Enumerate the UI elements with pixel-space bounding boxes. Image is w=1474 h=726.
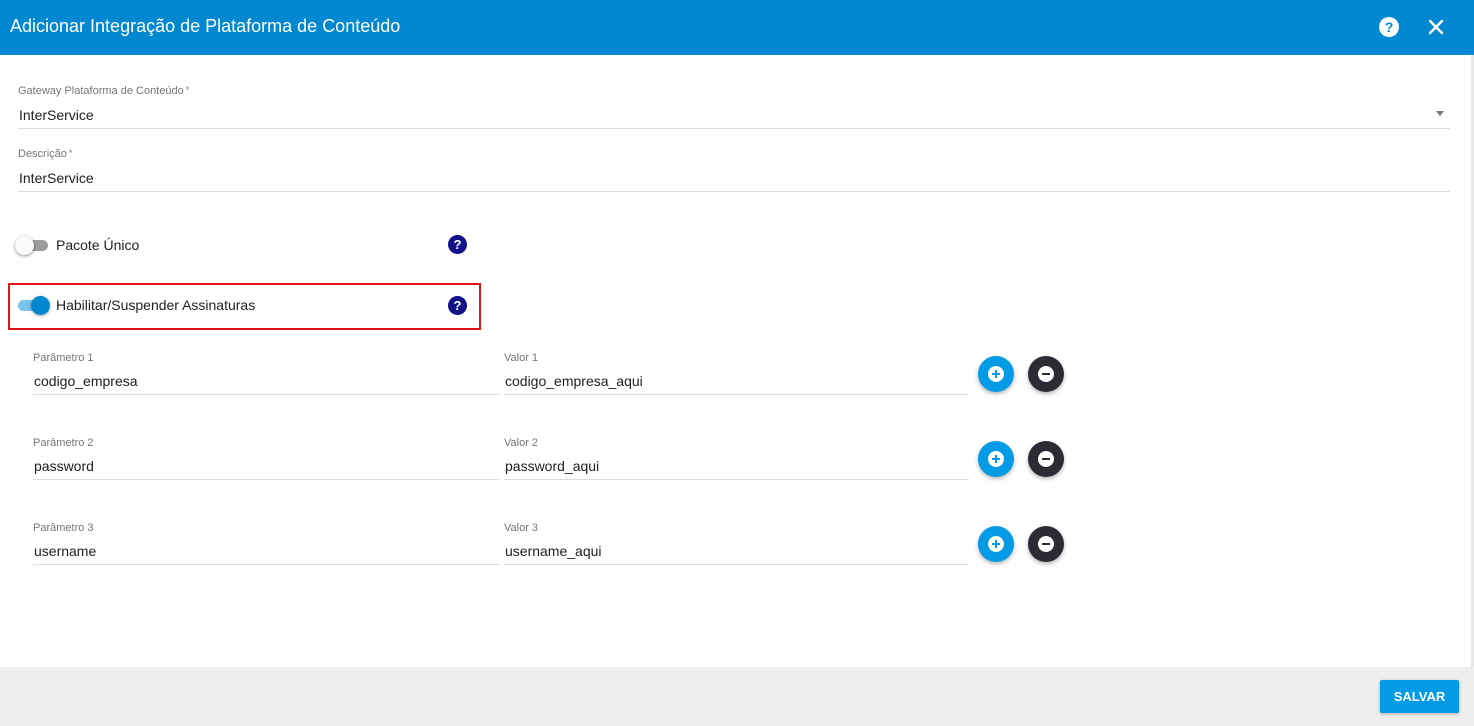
gateway-select[interactable]: Gateway Plataforma de Conteúdo * InterSer… xyxy=(18,85,1450,129)
valor-label: Valor 3 xyxy=(504,522,539,534)
valor-value: username_aqui xyxy=(505,543,602,559)
param-label: Parâmetro 3 xyxy=(33,522,94,534)
plus-icon xyxy=(988,451,1004,467)
descricao-label: Descrição * xyxy=(18,148,73,160)
param-label: Parâmetro 1 xyxy=(33,352,94,364)
minus-icon xyxy=(1038,366,1054,382)
plus-icon xyxy=(988,366,1004,382)
gateway-value: InterService xyxy=(19,107,94,123)
chevron-down-icon[interactable] xyxy=(1436,111,1444,116)
valor-label: Valor 2 xyxy=(504,437,539,449)
descricao-value: InterService xyxy=(19,170,94,186)
param-field-3[interactable]: Parâmetro 3 username xyxy=(33,522,499,565)
descricao-field[interactable]: Descrição * InterService xyxy=(18,148,1450,192)
close-icon[interactable] xyxy=(1425,16,1447,38)
add-param-button[interactable] xyxy=(978,441,1014,477)
dialog-footer: SALVAR xyxy=(0,667,1474,726)
habilitar-suspender-toggle[interactable] xyxy=(18,296,50,315)
add-param-button[interactable] xyxy=(978,356,1014,392)
pacote-unico-help-icon[interactable]: ? xyxy=(448,235,467,254)
minus-icon xyxy=(1038,451,1054,467)
pacote-unico-toggle[interactable] xyxy=(15,236,50,255)
remove-param-button[interactable] xyxy=(1028,526,1064,562)
valor-field-3[interactable]: Valor 3 username_aqui xyxy=(504,522,969,565)
pacote-unico-label: Pacote Único xyxy=(56,237,140,253)
dialog-title: Adicionar Integração de Plataforma de Co… xyxy=(10,16,401,36)
param-value: username xyxy=(34,543,97,559)
valor-value: password_aqui xyxy=(505,458,600,474)
valor-label: Valor 1 xyxy=(504,352,539,364)
habilitar-suspender-help-icon[interactable]: ? xyxy=(448,296,467,315)
param-field-2[interactable]: Parâmetro 2 password xyxy=(33,437,499,480)
plus-icon xyxy=(988,536,1004,552)
save-button[interactable]: SALVAR xyxy=(1380,680,1459,713)
dialog-header: Adicionar Integração de Plataforma de Co… xyxy=(0,0,1474,55)
valor-value: codigo_empresa_aqui xyxy=(505,373,643,389)
gateway-label: Gateway Plataforma de Conteúdo * xyxy=(18,85,190,97)
remove-param-button[interactable] xyxy=(1028,441,1064,477)
param-label: Parâmetro 2 xyxy=(33,437,94,449)
param-value: codigo_empresa xyxy=(34,373,138,389)
add-param-button[interactable] xyxy=(978,526,1014,562)
remove-param-button[interactable] xyxy=(1028,356,1064,392)
minus-icon xyxy=(1038,536,1054,552)
param-field-1[interactable]: Parâmetro 1 codigo_empresa xyxy=(33,352,499,395)
valor-field-2[interactable]: Valor 2 password_aqui xyxy=(504,437,969,480)
valor-field-1[interactable]: Valor 1 codigo_empresa_aqui xyxy=(504,352,969,395)
habilitar-suspender-label: Habilitar/Suspender Assinaturas xyxy=(56,297,256,313)
param-value: password xyxy=(34,458,94,474)
help-icon[interactable]: ? xyxy=(1379,17,1399,37)
